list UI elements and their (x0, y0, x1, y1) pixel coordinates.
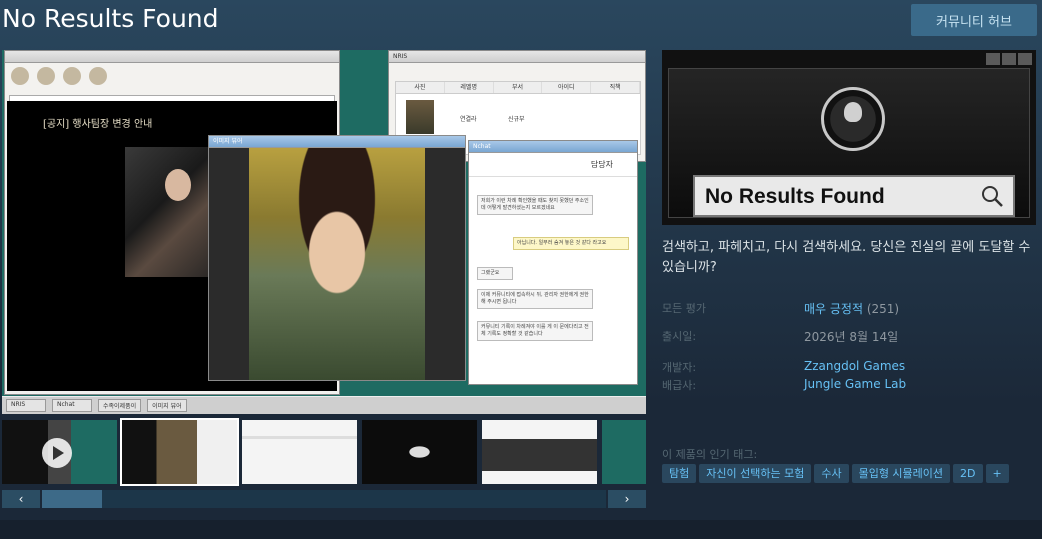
tags-label: 이 제품의 인기 태그: (662, 448, 758, 461)
main-screenshot-viewer[interactable]: [공지] 행사팀장 변경 안내 NRIS 사진 레벨명 부서 아이디 직책 연결… (2, 50, 646, 414)
chat-message: 저희가 이런 차례 확인했을 때도 찾지 못했던 주소인데 어떻게 발견하셨는지… (477, 195, 593, 215)
thumbnail[interactable] (362, 420, 477, 484)
thumbnail-strip (2, 418, 646, 486)
capsule-window-buttons (986, 53, 1032, 65)
nrs-cell-name: 연결라 (460, 116, 477, 123)
header-capsule-image: No Results Found (662, 50, 1036, 225)
release-date: 2026년 8월 14일 (804, 330, 899, 344)
in-game-taskbar: NRIS Nchat 수족이제품이 이미지 뷰어 (2, 396, 646, 414)
reviews-count: (251) (866, 302, 900, 316)
nrs-thumbnail (406, 100, 434, 134)
capsule-searchbar: No Results Found (693, 175, 1015, 217)
octopus-logo-icon (821, 87, 885, 151)
scroll-track[interactable] (42, 490, 606, 508)
capsule-search-text: No Results Found (705, 185, 885, 208)
community-hub-button[interactable]: 커뮤니티 허브 (911, 4, 1037, 36)
tag-2d[interactable]: 2D (953, 464, 983, 483)
thumbnail[interactable] (602, 420, 646, 484)
nrs-titlebar: NRIS (389, 51, 645, 63)
thumbnail-selected[interactable] (120, 418, 239, 486)
capsule-frame: No Results Found (668, 68, 1030, 218)
developer-label: 개발자: (662, 361, 697, 374)
portrait-photo (249, 148, 425, 380)
tags-list: 탐험 자신이 선택하는 모험 수사 몰입형 시뮬레이션 2D + (662, 464, 1009, 483)
game-description: 검색하고, 파헤치고, 다시 검색하세요. 당신은 진실의 끝에 도달할 수 있… (662, 240, 1031, 275)
play-icon (42, 438, 72, 468)
publisher-link[interactable]: Jungle Game Lab (804, 377, 906, 391)
scroll-right-button[interactable]: › (608, 490, 646, 508)
page-title: No Results Found (2, 4, 219, 33)
reviews-summary-link[interactable]: 매우 긍정적 (804, 302, 863, 316)
tag-investigation[interactable]: 수사 (814, 464, 849, 483)
publisher-label: 배급사: (662, 379, 697, 392)
browser-notice: [공지] 행사팀장 변경 안내 (43, 119, 153, 130)
scroll-handle[interactable] (42, 490, 102, 508)
chat-message: 이제 커뮤니티에 접속하시 뒤, 관리자 권한에게 권한해 주시면 됩니다 (477, 289, 593, 309)
thumbnail[interactable] (482, 420, 597, 484)
game-screenshot: [공지] 행사팀장 변경 안내 NRIS 사진 레벨명 부서 아이디 직책 연결… (2, 50, 646, 414)
chat-message: 커뮤니티 기록이 차례져야 이를 게 이 문에다리고 전체 기록도 정확할 것 … (477, 321, 593, 341)
tag-immersive-sim[interactable]: 몰입형 시뮬레이션 (851, 464, 951, 483)
chat-message: 그랬군요 (477, 267, 513, 280)
chat-titlebar: Nchat (469, 141, 637, 153)
tag-more-button[interactable]: + (985, 464, 1009, 483)
chat-header: 담당자 (469, 153, 637, 177)
thumbnail-scroller: ‹ › (2, 490, 646, 508)
nrs-table-header: 사진 레벨명 부서 아이디 직책 (396, 82, 640, 94)
chat-window: Nchat 담당자 저희가 이런 차례 확인했을 때도 찾지 못했던 주소인데 … (468, 140, 638, 385)
developer-link[interactable]: Zzangdol Games (804, 359, 905, 373)
release-label: 출시일: (662, 330, 697, 343)
photo-viewer-window: 이미지 뷰어 (208, 135, 466, 381)
page-footer-band (0, 520, 1042, 539)
chat-message: 아닙니다. 일부러 숨겨 놓은 것 같다 라고요 (513, 237, 629, 250)
magnifier-icon (982, 186, 1003, 207)
thumbnail-video[interactable] (2, 420, 117, 484)
scroll-left-button[interactable]: ‹ (2, 490, 40, 508)
browser-toolbar (5, 63, 339, 93)
browser-titlebar (5, 51, 339, 63)
tag-exploration[interactable]: 탐험 (662, 464, 697, 483)
nrs-cell-dept: 신규부 (508, 116, 525, 123)
photo-titlebar: 이미지 뷰어 (209, 136, 465, 148)
thumbnail[interactable] (242, 420, 357, 484)
reviews-label: 모든 평가 (662, 302, 706, 315)
tag-choose-adventure[interactable]: 자신이 선택하는 모험 (699, 464, 812, 483)
